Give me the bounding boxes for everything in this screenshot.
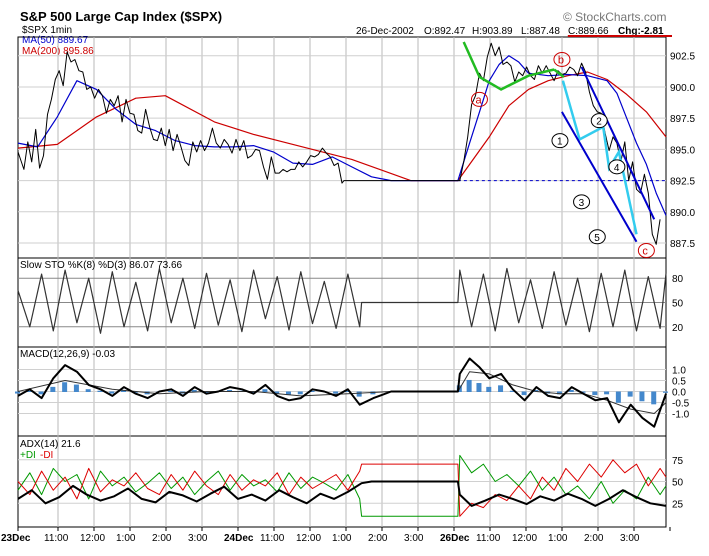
macd-histogram-bar: [592, 391, 598, 396]
macd-histogram-bar: [15, 391, 20, 394]
adx-tick-label: 25: [672, 499, 684, 510]
macd-histogram-bar: [50, 386, 56, 392]
macd-tick-label: 0.0: [672, 388, 686, 399]
x-tick-label: 11:00: [476, 533, 501, 544]
sto-tick-label: 20: [672, 323, 684, 334]
macd-histogram-bar: [62, 382, 68, 392]
copyright-label: © StockCharts.com: [563, 10, 667, 24]
x-tick-label: 1:00: [548, 533, 568, 544]
macd-histogram-bar: [651, 391, 657, 405]
plus-di-label: +DI: [20, 450, 36, 461]
x-tick-label: 12:00: [296, 533, 321, 544]
macd-histogram-bar: [73, 384, 79, 392]
macd-histogram-bar: [486, 386, 492, 392]
adx-tick-label: 50: [672, 478, 684, 489]
macd-histogram-bar: [604, 391, 610, 395]
x-tick-label: 12:00: [512, 533, 537, 544]
macd-tick-label: 0.5: [672, 377, 686, 388]
sto-tick-label: 50: [672, 299, 684, 310]
date-label: 26-Dec-2002: [356, 26, 414, 37]
count-label: 1: [557, 137, 563, 148]
stock-chart: S&P 500 Large Cap Index ($SPX) © StockCh…: [0, 0, 709, 556]
y-tick-label: 892.5: [670, 177, 695, 188]
macd-tick-label: -1.0: [672, 410, 690, 421]
macd-histogram-bar: [663, 391, 668, 393]
adx-tick-label: 75: [672, 456, 684, 467]
macd-histogram-bar: [615, 391, 621, 403]
x-tick-label: 3:00: [188, 533, 208, 544]
x-tick-label: 23Dec: [1, 533, 31, 544]
high-label: H:903.89: [472, 26, 513, 37]
wave-label: c: [642, 246, 648, 258]
x-tick-label: 2:00: [584, 533, 604, 544]
count-label: 4: [614, 163, 620, 174]
macd-histogram-bar: [521, 391, 527, 396]
x-tick-label: 3:00: [404, 533, 424, 544]
macd-tick-label: -0.5: [672, 399, 690, 410]
x-tick-label: 11:00: [44, 533, 69, 544]
x-tick-label: 1:00: [116, 533, 136, 544]
macd-tick-label: 1.0: [672, 366, 686, 377]
macd-label: MACD(12,26,9) -0.03: [20, 349, 115, 360]
macd-histogram-bar: [85, 389, 91, 392]
macd-histogram-bar: [356, 391, 362, 397]
x-tick-label: 12:00: [80, 533, 105, 544]
macd-histogram-bar: [109, 391, 115, 394]
minus-di-label: -DI: [40, 450, 53, 461]
macd-histogram-bar: [498, 385, 504, 392]
macd-histogram-bar: [297, 391, 303, 395]
chart-title: S&P 500 Large Cap Index ($SPX): [20, 9, 222, 24]
y-tick-label: 900.0: [670, 83, 695, 94]
open-label: O:892.47: [424, 26, 466, 37]
y-tick-label: 902.5: [670, 52, 695, 63]
count-label: 3: [579, 198, 585, 209]
y-tick-label: 890.0: [670, 208, 695, 219]
low-label: L:887.48: [521, 26, 560, 37]
adx-label: ADX(14) 21.6: [20, 439, 81, 450]
macd-histogram-bar: [627, 391, 633, 397]
macd-histogram-bar: [639, 391, 645, 402]
x-tick-label: 2:00: [368, 533, 388, 544]
macd-histogram-bar: [262, 389, 268, 392]
wave-label: a: [475, 94, 482, 106]
macd-histogram-bar: [476, 383, 482, 392]
macd-histogram-bar: [333, 391, 339, 394]
sto-tick-label: 80: [672, 274, 684, 285]
wave-label: b: [558, 54, 564, 66]
macd-histogram-bar: [38, 391, 44, 395]
y-tick-label: 895.0: [670, 145, 695, 156]
x-tick-label: 11:00: [260, 533, 285, 544]
x-tick-label: 24Dec: [224, 533, 254, 544]
x-tick-label: 26Dec: [440, 533, 470, 544]
count-label: 2: [596, 117, 602, 128]
y-tick-label: 887.5: [670, 239, 695, 250]
x-tick-label: 2:00: [152, 533, 172, 544]
x-tick-label: 1:00: [332, 533, 352, 544]
macd-histogram-bar: [466, 379, 472, 392]
x-tick-label: 3:00: [620, 533, 640, 544]
y-tick-label: 897.5: [670, 114, 695, 125]
sto-label: Slow STO %K(8) %D(3) 86.07 73.66: [20, 260, 183, 271]
count-label: 5: [594, 233, 600, 244]
